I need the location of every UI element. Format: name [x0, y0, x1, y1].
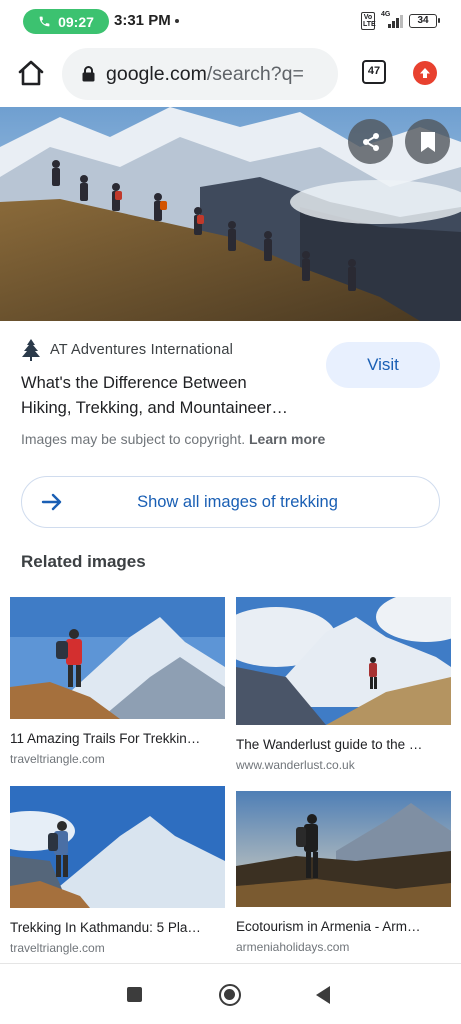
tab-count: 47	[367, 65, 381, 77]
result-source[interactable]: AT Adventures International	[21, 339, 233, 361]
home-nav-icon[interactable]	[219, 984, 241, 1006]
notification-dot	[175, 19, 179, 23]
related-image-card[interactable]: The Wanderlust guide to the … www.wander…	[236, 597, 451, 772]
volte-badge: Vo LTE	[361, 12, 376, 30]
result-title[interactable]: What's the Difference Between Hiking, Tr…	[21, 371, 321, 421]
related-site: www.wanderlust.co.uk	[236, 758, 355, 772]
tabs-icon[interactable]: 47	[362, 60, 386, 84]
learn-more-link[interactable]: Learn more	[249, 431, 325, 447]
ongoing-call-pill[interactable]: 09:27	[23, 9, 109, 34]
bookmark-icon[interactable]	[405, 119, 450, 164]
source-name: AT Adventures International	[50, 342, 234, 358]
tree-logo-icon	[22, 339, 40, 361]
title-line-2: Hiking, Trekking, and Mountaineer…	[21, 399, 288, 417]
system-nav-bar	[0, 963, 461, 1024]
related-image-card[interactable]: 11 Amazing Trails For Trekkin… traveltri…	[10, 597, 225, 766]
related-caption: 11 Amazing Trails For Trekkin…	[10, 731, 201, 746]
copyright-notice: Images may be subject to copyright. Lear…	[21, 431, 325, 447]
system-icons: Vo LTE 4G 34	[361, 11, 440, 30]
title-line-1: What's the Difference Between	[21, 374, 247, 392]
phone-icon	[39, 16, 50, 27]
related-images-heading: Related images	[21, 552, 146, 571]
browser-toolbar: google.com/search?q= 47	[0, 44, 461, 104]
status-bar: 09:27 3:31 PM Vo LTE 4G 34	[0, 0, 461, 44]
show-all-label: Show all images of trekking	[137, 493, 338, 511]
copyright-text: Images may be subject to copyright.	[21, 431, 246, 447]
update-icon[interactable]	[413, 61, 437, 85]
related-thumbnail[interactable]	[10, 597, 225, 719]
hero-image[interactable]	[0, 107, 461, 321]
related-site: traveltriangle.com	[10, 941, 105, 955]
visit-button[interactable]: Visit	[326, 342, 440, 388]
related-thumbnail[interactable]	[236, 597, 451, 725]
clock: 3:31 PM	[114, 12, 171, 29]
call-timer: 09:27	[58, 13, 94, 30]
related-image-card[interactable]: Ecotourism in Armenia - Arm… armeniaholi…	[236, 791, 451, 954]
back-icon[interactable]	[316, 986, 330, 1004]
related-thumbnail[interactable]	[10, 786, 225, 908]
url-path: /search?q=	[206, 62, 304, 85]
related-caption: Trekking In Kathmandu: 5 Pla…	[10, 920, 201, 935]
recents-icon[interactable]	[127, 987, 142, 1002]
url-domain: google.com	[106, 62, 207, 85]
home-icon[interactable]	[15, 57, 47, 89]
related-caption: The Wanderlust guide to the …	[236, 737, 423, 752]
lock-icon	[82, 66, 95, 82]
address-bar[interactable]: google.com/search?q=	[62, 48, 338, 100]
related-caption: Ecotourism in Armenia - Arm…	[236, 919, 421, 934]
battery-icon: 34	[409, 14, 440, 28]
related-site: armeniaholidays.com	[236, 940, 350, 954]
related-image-card[interactable]: Trekking In Kathmandu: 5 Pla… traveltria…	[10, 786, 225, 955]
share-icon[interactable]	[348, 119, 393, 164]
signal-icon: 4G	[381, 11, 403, 28]
show-all-images-button[interactable]: Show all images of trekking	[21, 476, 440, 528]
related-site: traveltriangle.com	[10, 752, 105, 766]
related-thumbnail[interactable]	[236, 791, 451, 907]
